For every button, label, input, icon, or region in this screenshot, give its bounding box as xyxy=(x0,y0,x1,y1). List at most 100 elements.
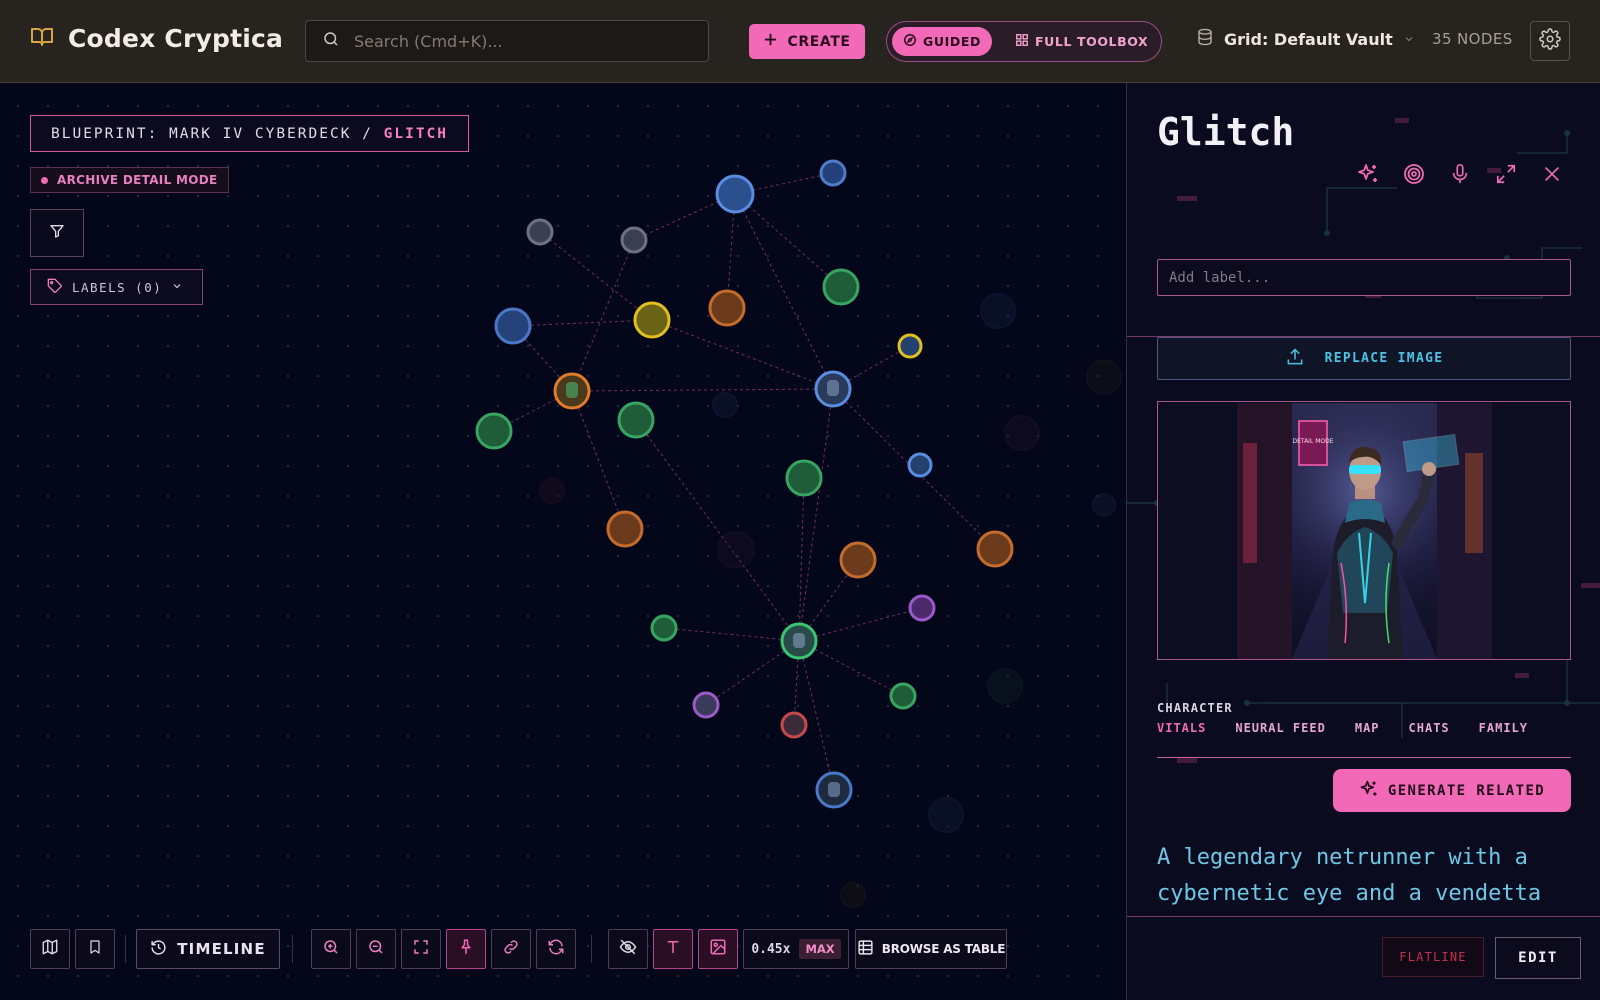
replace-image-label: REPLACE IMAGE xyxy=(1324,351,1444,366)
link-icon xyxy=(502,938,520,960)
map-view-button[interactable] xyxy=(30,929,70,969)
guided-mode-button[interactable]: GUIDED xyxy=(892,27,992,56)
canvas-toolbar: TIMELINE 0.45x MAX BROWSE AS TABLE xyxy=(0,929,1126,969)
graph-node xyxy=(907,452,933,478)
tab-neural-feed[interactable]: NEURAL FEED xyxy=(1235,719,1325,741)
search-box[interactable] xyxy=(305,20,709,62)
graph-node xyxy=(897,333,923,359)
ai-sparkle-button[interactable] xyxy=(1354,162,1381,189)
graph-node xyxy=(606,510,644,548)
full-toolbox-label: FULL TOOLBOX xyxy=(1035,34,1149,49)
search-input[interactable] xyxy=(354,31,684,51)
status-dot xyxy=(41,176,48,184)
close-icon xyxy=(1541,163,1563,189)
microphone-icon xyxy=(1449,162,1471,190)
sparkles-icon xyxy=(1356,162,1380,190)
grid-icon xyxy=(1015,33,1029,50)
labels-button[interactable]: LABELS (0) xyxy=(30,269,203,305)
graph-node xyxy=(976,530,1014,568)
detail-panel: Glitch REPLACE IMAGE xyxy=(1126,83,1600,1000)
breadcrumb-path: BLUEPRINT: MARK IV CYBERDECK / xyxy=(51,125,384,142)
zoom-out-icon xyxy=(367,938,385,960)
node-graph[interactable] xyxy=(0,83,1126,1000)
character-portrait: DETAIL MODE xyxy=(1237,403,1492,659)
top-header: Codex Cryptica CREATE GUIDED FULL TOOLBO… xyxy=(0,0,1600,83)
guided-mode-label: GUIDED xyxy=(923,34,981,49)
entity-type-label: CHARACTER xyxy=(1157,701,1233,715)
expand-icon xyxy=(1495,163,1517,189)
focus-button[interactable] xyxy=(1400,162,1427,189)
bookmark-icon xyxy=(87,938,103,960)
graph-node xyxy=(715,174,755,214)
tab-map[interactable]: MAP xyxy=(1355,719,1380,741)
add-label-input[interactable] xyxy=(1158,260,1570,295)
pin-icon xyxy=(457,938,475,960)
close-button[interactable] xyxy=(1538,162,1565,189)
replace-image-button[interactable]: REPLACE IMAGE xyxy=(1157,337,1571,380)
node-count: 35 NODES xyxy=(1432,30,1513,48)
voice-button[interactable] xyxy=(1446,162,1473,189)
tabs-underline xyxy=(1157,757,1571,758)
fit-view-button[interactable] xyxy=(401,929,441,969)
tab-family[interactable]: FAMILY xyxy=(1479,719,1528,741)
book-icon xyxy=(30,27,54,51)
toolbar-divider xyxy=(591,935,592,963)
filter-button[interactable] xyxy=(30,209,84,257)
map-icon xyxy=(41,938,59,960)
graph-node xyxy=(494,307,532,345)
target-icon xyxy=(1402,162,1426,190)
graph-node xyxy=(785,459,823,497)
flatline-button[interactable]: FLATLINE xyxy=(1382,937,1484,977)
panel-footer: FLATLINE EDIT xyxy=(1127,916,1600,1000)
vault-selector[interactable]: Grid: Default Vault xyxy=(1196,27,1415,51)
browse-table-label: BROWSE AS TABLE xyxy=(881,942,1006,956)
graph-node xyxy=(908,594,936,622)
panel-actions xyxy=(1354,162,1565,189)
graph-node xyxy=(620,226,648,254)
timeline-label: TIMELINE xyxy=(177,940,266,958)
zoom-in-icon xyxy=(322,938,340,960)
refresh-button[interactable] xyxy=(536,929,576,969)
pin-button[interactable] xyxy=(446,929,486,969)
breadcrumb-current: GLITCH xyxy=(383,125,449,142)
full-toolbox-button[interactable]: FULL TOOLBOX xyxy=(1015,27,1148,56)
create-button[interactable]: CREATE xyxy=(749,24,865,59)
expand-button[interactable] xyxy=(1492,162,1519,189)
search-icon xyxy=(306,30,340,52)
mode-toggle: GUIDED FULL TOOLBOX xyxy=(886,21,1162,62)
tab-vitals[interactable]: VITALS xyxy=(1157,719,1206,741)
archive-mode-label: ARCHIVE DETAIL MODE xyxy=(57,173,218,187)
add-label-field[interactable] xyxy=(1157,259,1571,296)
poster-sign-text: DETAIL MODE xyxy=(1292,438,1333,445)
toolbar-divider xyxy=(125,935,126,963)
upload-icon xyxy=(1285,347,1305,371)
database-icon xyxy=(1196,27,1214,51)
generate-related-button[interactable]: GENERATE RELATED xyxy=(1333,769,1571,812)
image-icon xyxy=(709,938,727,960)
graph-node xyxy=(889,682,917,710)
graph-node xyxy=(839,541,877,579)
link-button[interactable] xyxy=(491,929,531,969)
chevron-down-icon xyxy=(171,280,183,295)
hide-button[interactable] xyxy=(608,929,648,969)
chevron-down-icon xyxy=(1403,30,1415,49)
zoom-in-button[interactable] xyxy=(311,929,351,969)
zoom-out-button[interactable] xyxy=(356,929,396,969)
plus-icon xyxy=(763,32,778,51)
browse-table-button[interactable]: BROWSE AS TABLE xyxy=(855,929,1007,969)
settings-button[interactable] xyxy=(1530,21,1570,61)
timeline-button[interactable]: TIMELINE xyxy=(136,929,280,969)
brand[interactable]: Codex Cryptica xyxy=(30,24,283,53)
edit-button[interactable]: EDIT xyxy=(1495,937,1581,979)
detail-tabs: VITALS NEURAL FEED MAP CHATS FAMILY xyxy=(1157,719,1571,741)
graph-canvas[interactable]: BLUEPRINT: MARK IV CYBERDECK / GLITCH AR… xyxy=(0,83,1126,1000)
zoom-max-badge: MAX xyxy=(799,939,841,959)
bookmark-button[interactable] xyxy=(75,929,115,969)
table-icon xyxy=(857,939,874,959)
entity-title: Glitch xyxy=(1157,110,1295,154)
graph-node xyxy=(475,412,513,450)
entity-image-frame[interactable]: DETAIL MODE xyxy=(1157,401,1571,660)
tab-chats[interactable]: CHATS xyxy=(1409,719,1450,741)
image-toggle-button[interactable] xyxy=(698,929,738,969)
text-toggle-button[interactable] xyxy=(653,929,693,969)
